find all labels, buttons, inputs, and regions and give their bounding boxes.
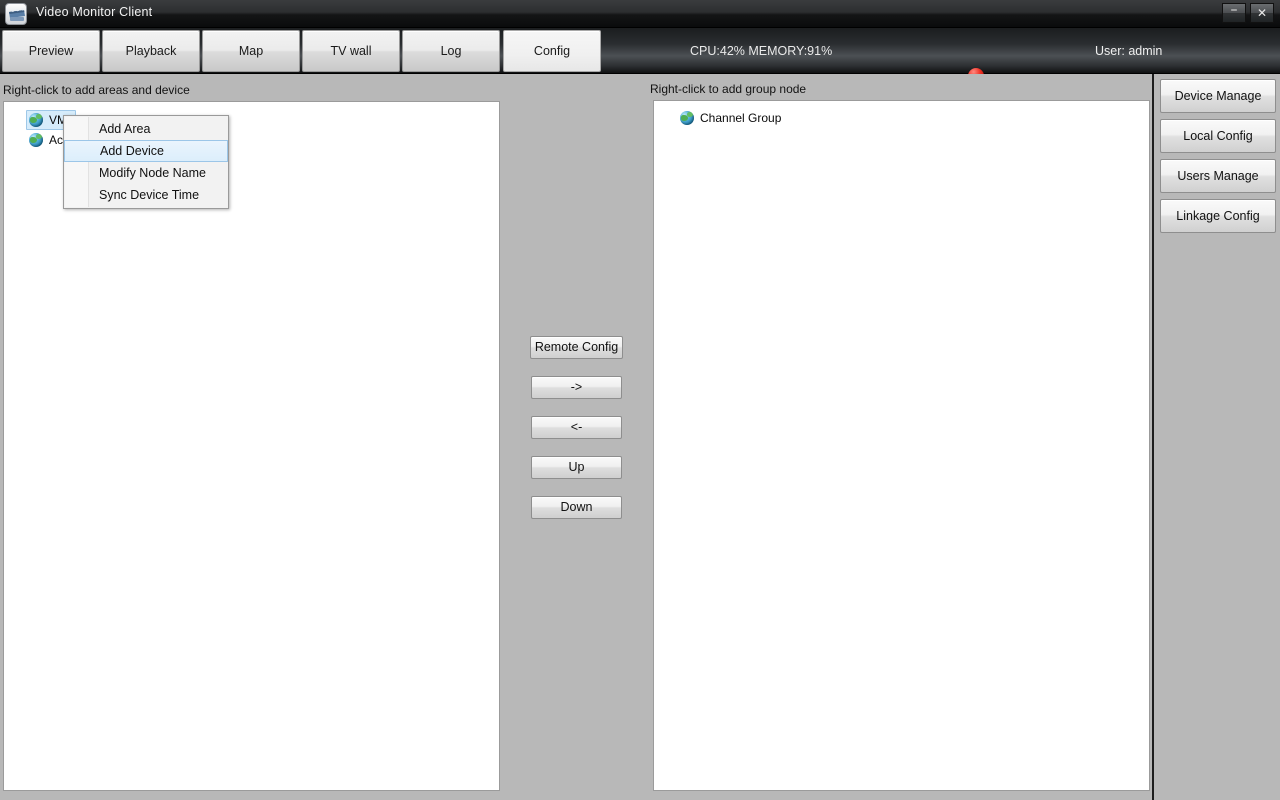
sidebar-item-linkage-config[interactable]: Linkage Config	[1160, 199, 1276, 233]
current-user-label: User: admin	[1095, 44, 1163, 58]
sidebar-item-device-manage[interactable]: Device Manage	[1160, 79, 1276, 113]
globe-icon	[29, 133, 43, 147]
cpu-memory-status: CPU:42% MEMORY:91%	[690, 44, 833, 58]
move-down-button[interactable]: Down	[531, 496, 622, 519]
context-menu-item-add-device[interactable]: Add Device	[64, 140, 228, 162]
close-button[interactable]: ✕	[1250, 3, 1274, 23]
sidebar-item-local-config[interactable]: Local Config	[1160, 119, 1276, 153]
tree-node-label: Ac	[49, 133, 64, 147]
application-window: Video Monitor Client – ✕ Preview Playbac…	[0, 0, 1280, 800]
tree-node-channel-group[interactable]: Channel Group	[678, 109, 781, 127]
close-icon: ✕	[1256, 6, 1268, 20]
tab-tv-wall[interactable]: TV wall	[302, 30, 400, 72]
globe-icon	[29, 113, 43, 127]
minimize-icon: –	[1230, 2, 1238, 18]
move-right-button[interactable]: ->	[531, 376, 622, 399]
remote-config-button[interactable]: Remote Config	[530, 336, 623, 359]
minimize-button[interactable]: –	[1222, 3, 1246, 23]
title-bar: Video Monitor Client – ✕	[0, 0, 1280, 28]
tree-node-ac[interactable]: Ac	[27, 131, 63, 149]
tab-playback[interactable]: Playback	[102, 30, 200, 72]
film-clapper-icon	[5, 3, 27, 25]
tab-map[interactable]: Map	[202, 30, 300, 72]
tab-preview[interactable]: Preview	[2, 30, 100, 72]
tab-config[interactable]: Config	[503, 30, 601, 72]
move-up-button[interactable]: Up	[531, 456, 622, 479]
move-left-button[interactable]: <-	[531, 416, 622, 439]
main-tab-bar: Preview Playback Map TV wall Log Config …	[0, 28, 1280, 85]
group-tree-panel[interactable]: Channel Group	[653, 100, 1150, 791]
globe-icon	[680, 111, 694, 125]
tree-node-label: Channel Group	[700, 111, 782, 125]
context-menu-item-modify-node-name[interactable]: Modify Node Name	[64, 162, 228, 184]
tree-context-menu[interactable]: Add Area Add Device Modify Node Name Syn…	[63, 115, 229, 209]
sidebar-item-users-manage[interactable]: Users Manage	[1160, 159, 1276, 193]
window-title: Video Monitor Client	[36, 5, 153, 19]
left-panel-hint: Right-click to add areas and device	[3, 83, 190, 97]
config-sidebar: Device Manage Local Config Users Manage …	[1154, 74, 1280, 800]
context-menu-item-sync-device-time[interactable]: Sync Device Time	[64, 184, 228, 206]
right-panel-hint: Right-click to add group node	[650, 82, 807, 96]
tab-log[interactable]: Log	[402, 30, 500, 72]
context-menu-item-add-area[interactable]: Add Area	[64, 118, 228, 140]
